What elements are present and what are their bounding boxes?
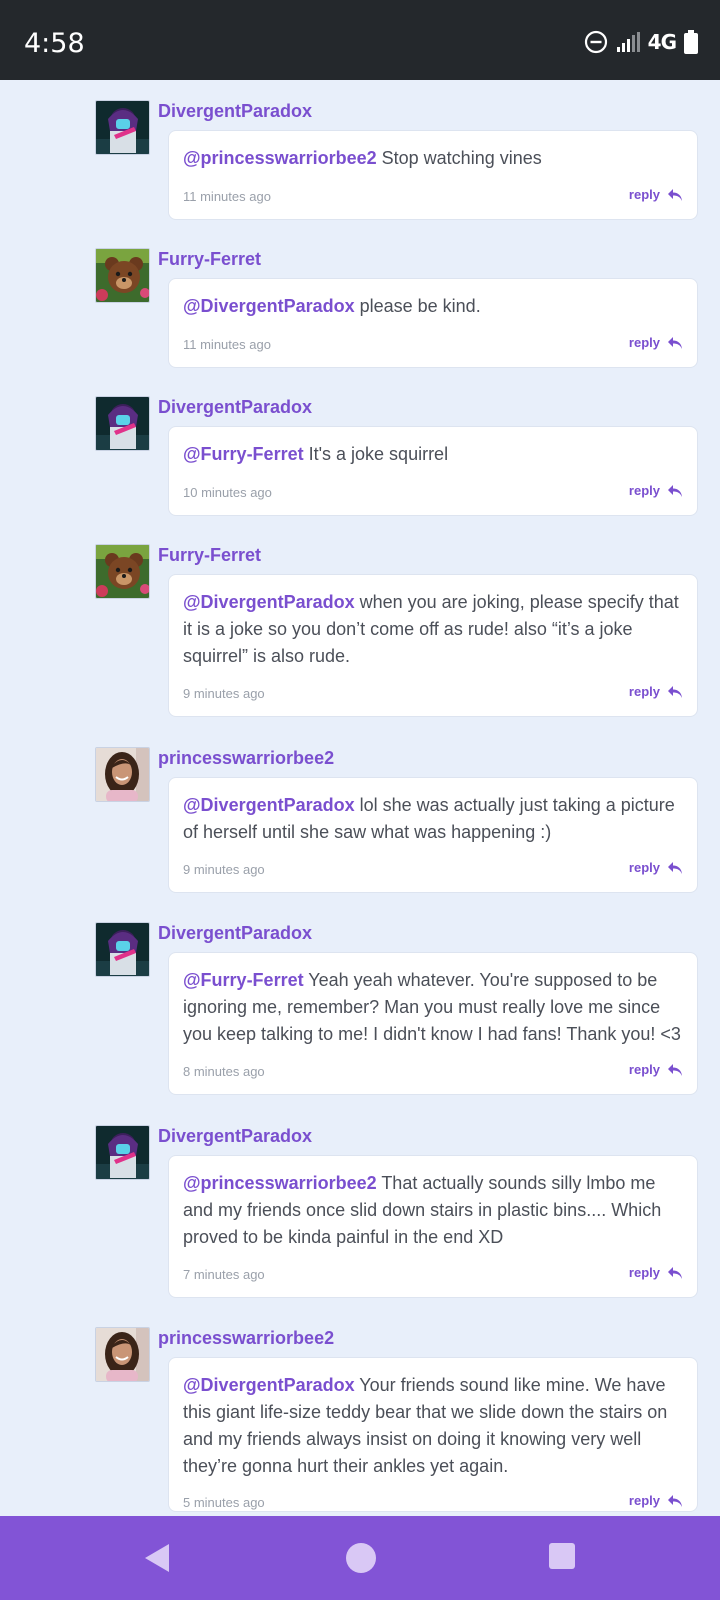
avatar[interactable] [95, 1125, 150, 1180]
reply-button[interactable]: reply [629, 1062, 683, 1077]
reply-button[interactable]: reply [629, 860, 683, 875]
comment-author[interactable]: princesswarriorbee2 [158, 748, 334, 769]
comment-bubble: @princesswarriorbee2 Stop watching vines… [168, 130, 698, 220]
avatar[interactable] [95, 100, 150, 155]
comment-timestamp: 7 minutes ago [183, 1267, 265, 1282]
comment-text: @DivergentParadox lol she was actually j… [183, 792, 685, 846]
comment-timestamp: 9 minutes ago [183, 686, 265, 701]
comment-text: @DivergentParadox please be kind. [183, 293, 685, 320]
signal-icon [616, 31, 640, 53]
comment-timestamp: 11 minutes ago [183, 189, 271, 204]
comment-timestamp: 11 minutes ago [183, 337, 271, 352]
mention-link[interactable]: @princesswarriorbee2 [183, 1173, 377, 1193]
avatar[interactable] [95, 922, 150, 977]
reply-arrow-icon [668, 1266, 682, 1279]
comment-timestamp: 5 minutes ago [183, 1495, 265, 1510]
comment-item: princesswarriorbee2 @DivergentParadox You… [0, 1315, 720, 1516]
reply-arrow-icon [668, 188, 682, 201]
comment-item: DivergentParadox @princesswarriorbee2 Sto… [0, 88, 720, 228]
comment-text: @princesswarriorbee2 That actually sound… [183, 1170, 685, 1251]
reply-button[interactable]: reply [629, 684, 683, 699]
reply-arrow-icon [668, 484, 682, 497]
avatar[interactable] [95, 1327, 150, 1382]
comment-feed[interactable]: DivergentParadox @princesswarriorbee2 Sto… [0, 80, 720, 1516]
comment-author[interactable]: DivergentParadox [158, 397, 312, 418]
comment-item: Furry-Ferret @DivergentParadox please be … [0, 236, 720, 376]
status-icons: 4G [584, 30, 698, 54]
comment-author[interactable]: princesswarriorbee2 [158, 1328, 334, 1349]
battery-icon [684, 30, 698, 54]
mention-link[interactable]: @DivergentParadox [183, 296, 355, 316]
comment-item: DivergentParadox @Furry-Ferret Yeah yeah … [0, 910, 720, 1103]
comment-bubble: @princesswarriorbee2 That actually sound… [168, 1155, 698, 1298]
do-not-disturb-icon [584, 30, 608, 54]
avatar[interactable] [95, 544, 150, 599]
avatar[interactable] [95, 396, 150, 451]
comment-author[interactable]: DivergentParadox [158, 923, 312, 944]
reply-label: reply [628, 335, 660, 350]
comment-author[interactable]: DivergentParadox [158, 101, 312, 122]
reply-arrow-icon [668, 1063, 682, 1076]
reply-button[interactable]: reply [629, 483, 683, 498]
avatar[interactable] [95, 747, 150, 802]
status-time: 4:58 [24, 28, 85, 59]
reply-button[interactable]: reply [629, 187, 683, 202]
reply-arrow-icon [668, 336, 682, 349]
comment-bubble: @DivergentParadox please be kind. 11 minu… [168, 278, 698, 368]
reply-button[interactable]: reply [629, 1265, 683, 1280]
comment-body: It's a joke squirrel [303, 444, 449, 464]
comment-bubble: @Furry-Ferret It's a joke squirrel 10 min… [168, 426, 698, 516]
mention-link[interactable]: @Furry-Ferret [183, 970, 304, 990]
comment-text: @DivergentParadox Your friends sound lik… [183, 1372, 685, 1480]
reply-button[interactable]: reply [629, 1493, 683, 1508]
comment-item: DivergentParadox @Furry-Ferret It's a jok… [0, 384, 720, 524]
mention-link[interactable]: @DivergentParadox [183, 592, 355, 612]
comment-text: @princesswarriorbee2 Stop watching vines [183, 145, 685, 172]
home-icon [345, 1543, 377, 1578]
reply-arrow-icon [668, 685, 682, 698]
network-label: 4G [647, 30, 677, 54]
reply-label: reply [628, 187, 660, 202]
comment-bubble: @DivergentParadox Your friends sound lik… [168, 1357, 698, 1512]
avatar[interactable] [95, 248, 150, 303]
comment-item: princesswarriorbee2 @DivergentParadox lol… [0, 735, 720, 901]
reply-label: reply [628, 1265, 660, 1280]
reply-label: reply [628, 1493, 660, 1508]
reply-label: reply [628, 1062, 660, 1077]
back-icon [142, 1544, 172, 1578]
reply-label: reply [628, 483, 660, 498]
reply-arrow-icon [668, 1494, 682, 1507]
comment-author[interactable]: DivergentParadox [158, 1126, 312, 1147]
mention-link[interactable]: @Furry-Ferret [183, 444, 304, 464]
comment-timestamp: 10 minutes ago [183, 485, 272, 500]
comment-author[interactable]: Furry-Ferret [158, 249, 261, 270]
recents-button[interactable] [548, 1542, 576, 1575]
home-button[interactable] [345, 1542, 377, 1579]
comment-text: @Furry-Ferret It's a joke squirrel [183, 441, 685, 468]
mention-link[interactable]: @DivergentParadox [183, 795, 355, 815]
comment-bubble: @Furry-Ferret Yeah yeah whatever. You're… [168, 952, 698, 1095]
comment-text: @Furry-Ferret Yeah yeah whatever. You're… [183, 967, 685, 1048]
reply-button[interactable]: reply [629, 335, 683, 350]
reply-label: reply [628, 684, 660, 699]
comment-body: please be kind. [354, 296, 481, 316]
mention-link[interactable]: @DivergentParadox [183, 1375, 355, 1395]
comment-timestamp: 8 minutes ago [183, 1064, 265, 1079]
reply-arrow-icon [668, 861, 682, 874]
recents-icon [548, 1543, 576, 1574]
mention-link[interactable]: @princesswarriorbee2 [183, 148, 377, 168]
back-button[interactable] [142, 1542, 172, 1579]
comment-item: DivergentParadox @princesswarriorbee2 Tha… [0, 1113, 720, 1306]
status-bar: 4:58 4G [0, 0, 720, 80]
comment-bubble: @DivergentParadox when you are joking, p… [168, 574, 698, 717]
comment-author[interactable]: Furry-Ferret [158, 545, 261, 566]
comment-bubble: @DivergentParadox lol she was actually j… [168, 777, 698, 893]
comment-text: @DivergentParadox when you are joking, p… [183, 589, 685, 670]
comment-body: Stop watching vines [376, 148, 542, 168]
comment-item: Furry-Ferret @DivergentParadox when you a… [0, 532, 720, 725]
reply-label: reply [628, 860, 660, 875]
comment-timestamp: 9 minutes ago [183, 862, 265, 877]
navigation-bar [0, 1516, 720, 1600]
